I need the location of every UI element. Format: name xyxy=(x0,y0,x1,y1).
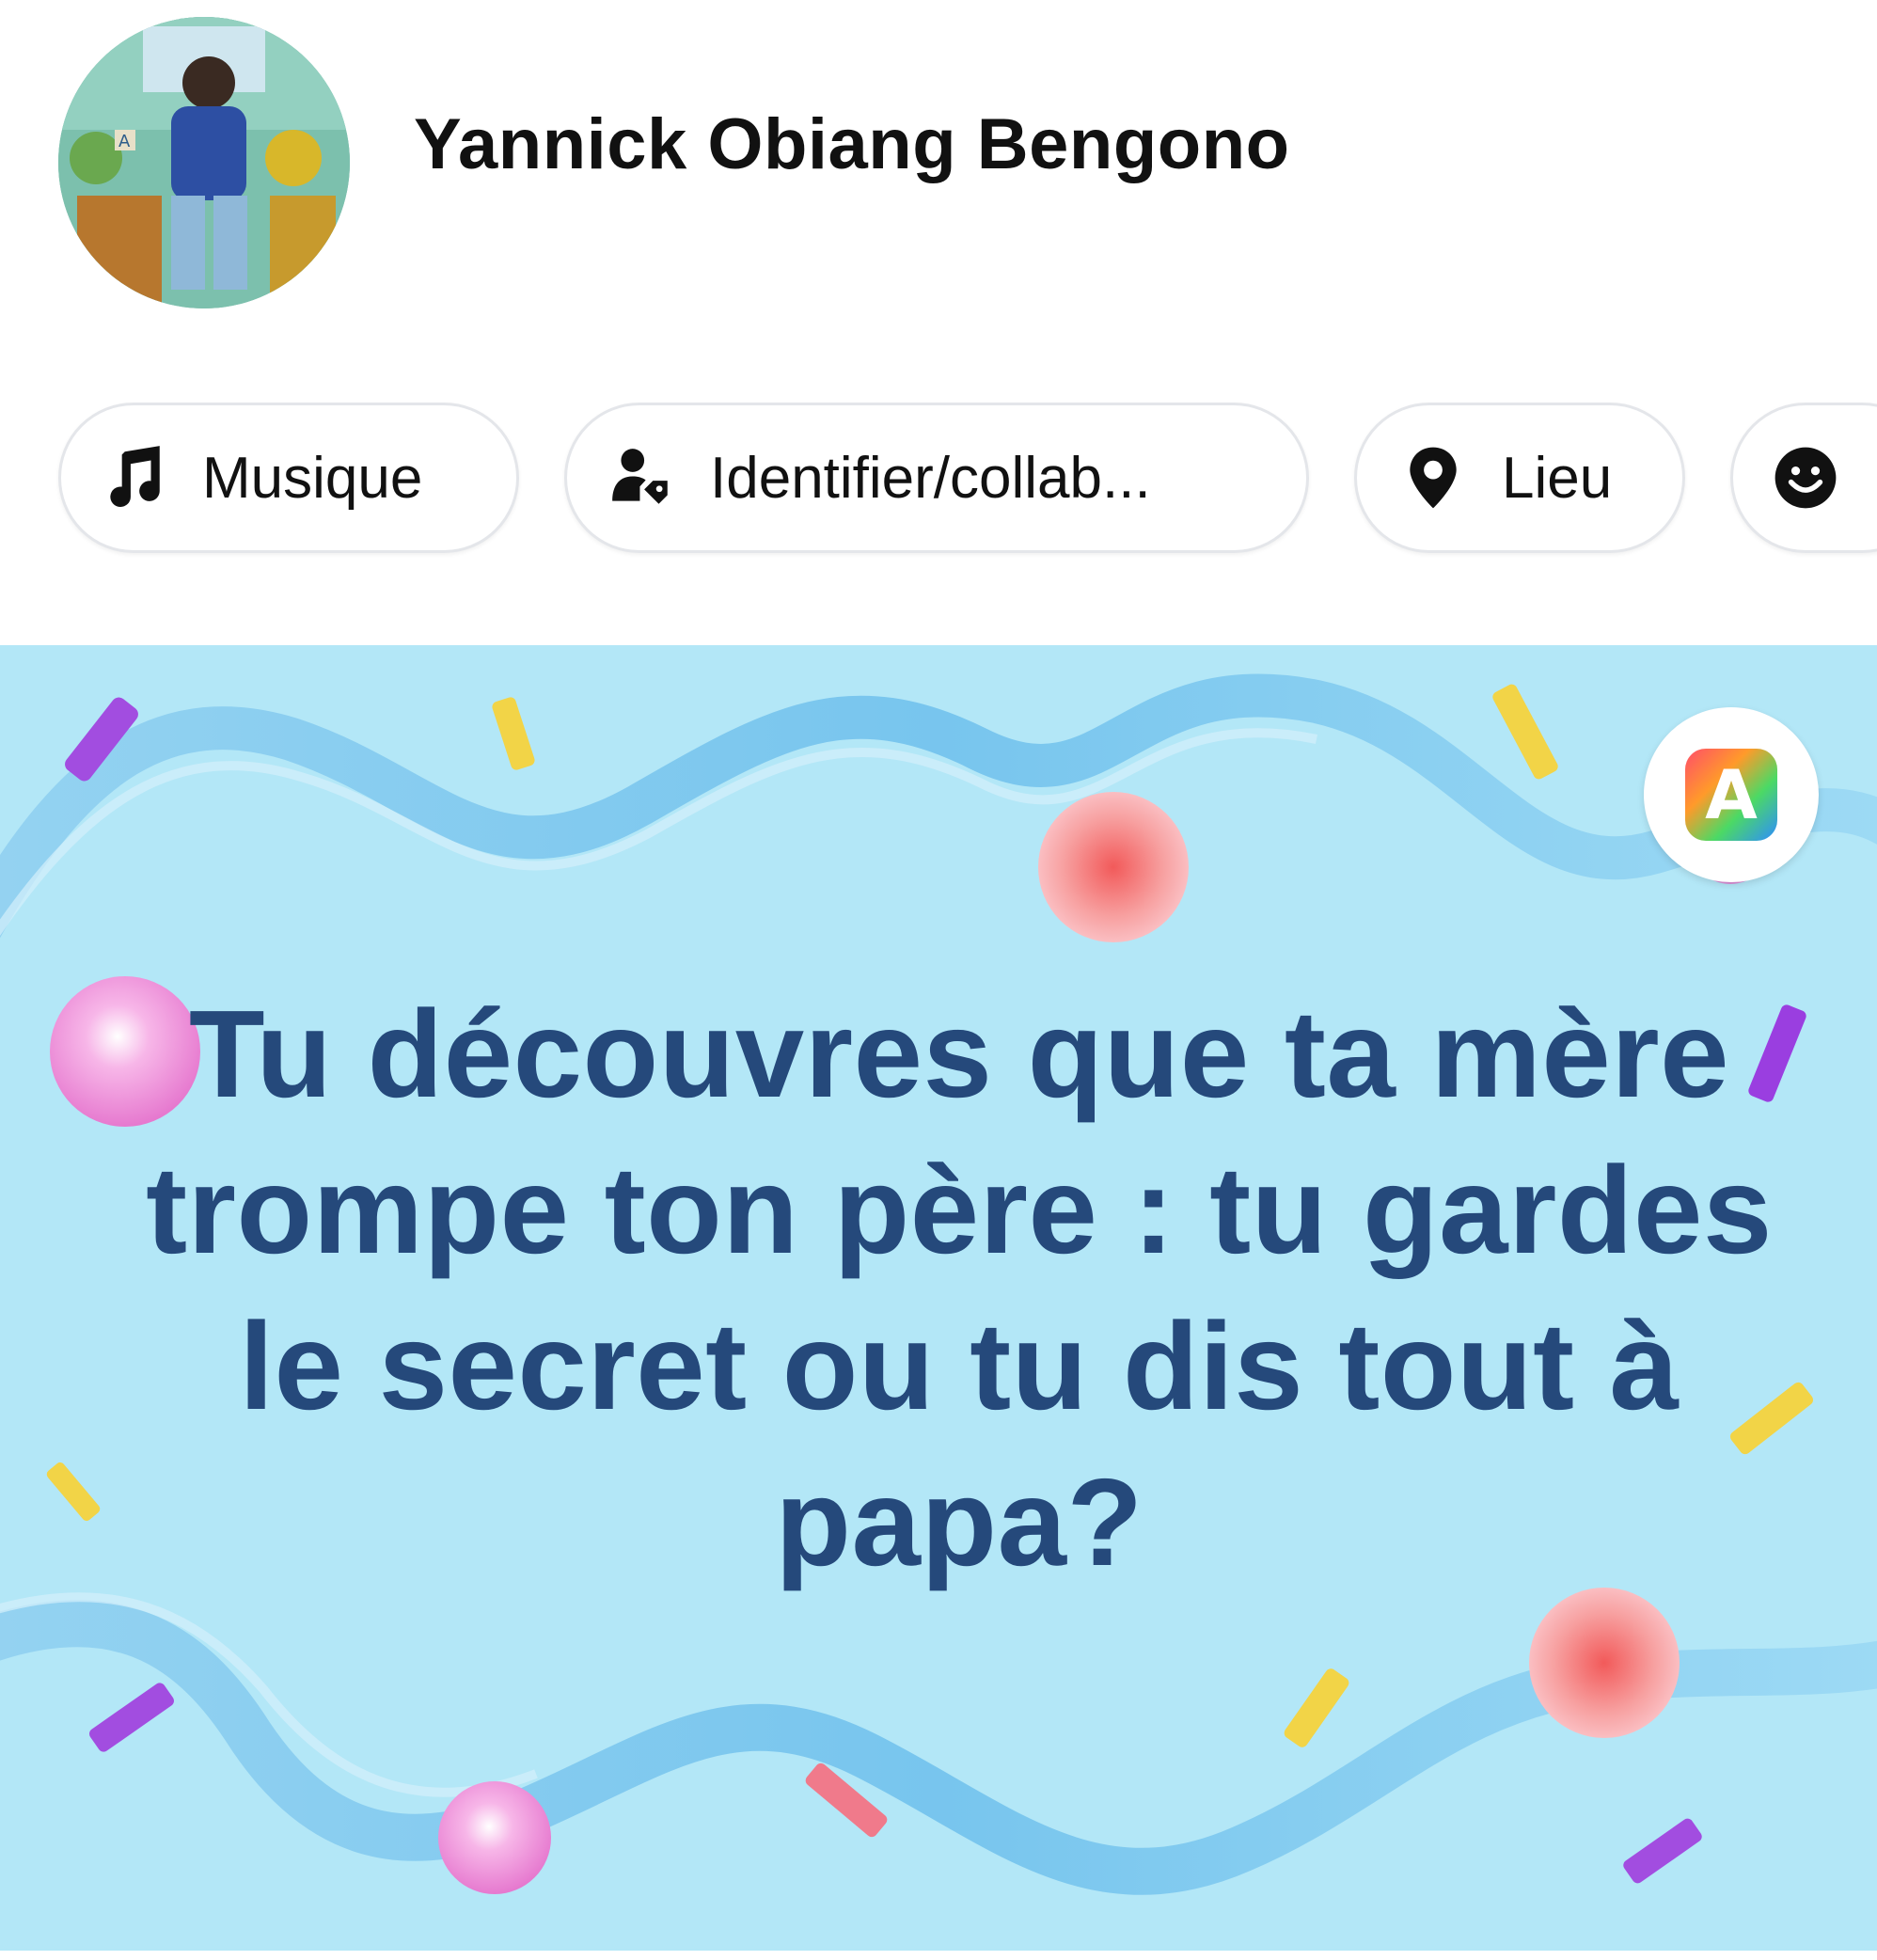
avatar-photo: A xyxy=(58,17,350,308)
font-style-button[interactable]: A xyxy=(1644,707,1819,882)
font-style-icon: A xyxy=(1685,749,1777,841)
person-tag-icon xyxy=(612,449,668,504)
svg-text:A: A xyxy=(118,132,131,151)
feeling-chip[interactable] xyxy=(1730,403,1877,553)
music-chip[interactable]: Musique xyxy=(58,403,519,553)
tag-people-chip-label: Identifier/collab... xyxy=(710,445,1151,511)
author-name: Yannick Obiang Bengono xyxy=(414,104,1290,184)
post-background-card[interactable]: A Tu découvres que ta mère trompe ton pè… xyxy=(0,645,1877,1951)
post-composer: A Yannick Obiang Bengono Musique Identif… xyxy=(0,0,1877,1960)
music-chip-label: Musique xyxy=(202,445,423,511)
tag-people-chip[interactable]: Identifier/collab... xyxy=(564,403,1309,553)
location-chip[interactable]: Lieu xyxy=(1354,403,1685,553)
music-note-icon xyxy=(110,446,160,508)
smiley-icon xyxy=(1774,447,1837,509)
avatar[interactable]: A xyxy=(58,17,350,308)
location-chip-label: Lieu xyxy=(1502,445,1613,511)
location-pin-icon xyxy=(1410,447,1457,509)
post-text[interactable]: Tu découvres que ta mère trompe ton père… xyxy=(113,976,1806,1601)
